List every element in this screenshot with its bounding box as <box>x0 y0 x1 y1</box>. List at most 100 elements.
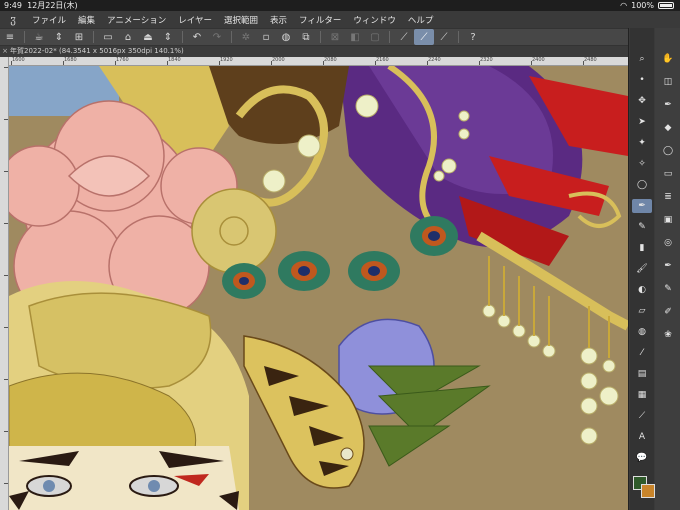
ruler-label: 1760 <box>116 57 129 63</box>
menu-selection[interactable]: 選択範囲 <box>218 14 264 26</box>
brush-icon[interactable]: 🖌 <box>632 262 652 276</box>
ruler-tick <box>4 275 8 276</box>
sub-color-swatch[interactable] <box>641 484 655 498</box>
ruler-tick <box>167 61 168 65</box>
divider <box>458 31 459 43</box>
ruler-label: 2000 <box>272 57 285 63</box>
updown2-icon[interactable]: ⇕ <box>158 29 178 45</box>
arrow-icon[interactable]: ➤ <box>632 115 652 129</box>
fill-icon[interactable]: ◍ <box>276 29 296 45</box>
loading-icon[interactable]: ✲ <box>236 29 256 45</box>
transform-icon[interactable]: ⧉ <box>296 29 316 45</box>
menu-filter[interactable]: フィルター <box>293 14 347 26</box>
document-title: 年賀2022-02* (84.3541 x 5016px 350dpi 140.… <box>10 47 184 55</box>
balloon-icon[interactable]: 💬 <box>632 451 652 465</box>
open-icon[interactable]: ⌂ <box>118 29 138 45</box>
blend-icon[interactable]: ◐ <box>632 283 652 297</box>
fill-icon[interactable]: ◍ <box>632 325 652 339</box>
ruler-tick <box>375 61 376 65</box>
new-doc-icon[interactable]: ▭ <box>98 29 118 45</box>
battery-percent: 100% <box>631 1 654 10</box>
redo-icon[interactable]: ↷ <box>207 29 227 45</box>
move-icon[interactable]: ✥ <box>632 94 652 108</box>
ruler-tick <box>323 61 324 65</box>
invert-selection-icon[interactable]: ◧ <box>345 29 365 45</box>
menu-help[interactable]: ヘルプ <box>402 14 440 26</box>
ruler-label: 2080 <box>324 57 337 63</box>
tool-palette: ⌕ • ✥ ➤ ✦ ✧ ◯ ✒ ✎ ▮ 🖌 ◐ ▱ ◍ ⁄ ▤ ▦ ⟋ A 💬 ✋ ◫ ✒ ◆ ◯ ▭ ≣ ▣ ◎ ✒ ✎ ✐ ❀ <box>628 28 680 510</box>
layers-icon[interactable]: ≣ <box>658 190 678 204</box>
lasso2-icon[interactable]: ◯ <box>658 144 678 158</box>
document-tab[interactable]: × 年賀2022-02* (84.3541 x 5016px 350dpi 140… <box>0 46 628 57</box>
menu-window[interactable]: ウィンドウ <box>347 14 402 26</box>
selection-border-icon[interactable]: ▢ <box>365 29 385 45</box>
ruler-label: 1680 <box>64 57 77 63</box>
clear-icon[interactable]: ▫ <box>256 29 276 45</box>
deselect-icon[interactable]: ⊠ <box>325 29 345 45</box>
menu-animation[interactable]: アニメーション <box>101 14 172 26</box>
save-icon[interactable]: ⏏ <box>138 29 158 45</box>
ink-icon[interactable]: ✒ <box>658 98 678 112</box>
grid-icon[interactable]: ⊞ <box>69 29 89 45</box>
decoration-icon[interactable]: ❀ <box>658 328 678 342</box>
eyedropper-icon[interactable]: ⁄ <box>632 346 652 360</box>
ruler-tick <box>271 61 272 65</box>
brush2-icon[interactable]: ✐ <box>658 305 678 319</box>
hatch-icon[interactable]: ▦ <box>632 388 652 402</box>
gradient-icon[interactable]: ▤ <box>632 367 652 381</box>
divider <box>24 31 25 43</box>
command-bar: ≡ ☕ ⇕ ⊞ ▭ ⌂ ⏏ ⇕ ↶ ↷ ✲ ▫ ◍ ⧉ ⊠ ◧ ▢ ⟋ ⟋ ⟋ … <box>0 28 628 46</box>
ruler-label: 1600 <box>12 57 25 63</box>
pen2-icon[interactable]: ✒ <box>658 259 678 273</box>
sub-tool-icon[interactable]: ◫ <box>658 75 678 89</box>
menu-icon[interactable]: ≡ <box>0 29 20 45</box>
clip-studio-logo-icon[interactable]: ჳ <box>0 13 26 26</box>
lasso-icon[interactable]: ◯ <box>632 178 652 192</box>
snap-grid-icon[interactable]: ⟋ <box>434 29 454 45</box>
status-date: 12月22日(木) <box>27 1 78 10</box>
snap-special-icon[interactable]: ⟋ <box>414 29 434 45</box>
updown-icon[interactable]: ⇕ <box>49 29 69 45</box>
hand-icon[interactable]: ✋ <box>658 52 678 66</box>
ruler-tick <box>4 327 8 328</box>
pencil-icon[interactable]: ✎ <box>632 220 652 234</box>
undo-icon[interactable]: ↶ <box>187 29 207 45</box>
navigator-icon[interactable]: ◎ <box>658 236 678 250</box>
magic-wand-icon[interactable]: ✦ <box>632 136 652 150</box>
ruler-tick <box>4 483 8 484</box>
battery-icon <box>658 2 674 9</box>
menu-layer[interactable]: レイヤー <box>172 14 218 26</box>
pen-icon[interactable]: ✒ <box>632 199 652 213</box>
snap-ruler-icon[interactable]: ⟋ <box>394 29 414 45</box>
horizontal-ruler: 1600 1680 1760 1840 1920 2000 2080 2160 2240 2320… <box>9 57 628 66</box>
ruler-tick <box>479 61 480 65</box>
shape-icon[interactable]: ◆ <box>658 121 678 135</box>
ruler-label: 2400 <box>532 57 545 63</box>
ruler-label: 1840 <box>168 57 181 63</box>
wand-icon[interactable]: ✧ <box>632 157 652 171</box>
text-icon[interactable]: A <box>632 430 652 444</box>
canvas[interactable] <box>9 66 628 510</box>
menu-bar: ჳ ファイル 編集 アニメーション レイヤー 選択範囲 表示 フィルター ウィン… <box>0 11 680 28</box>
close-icon[interactable]: × <box>0 46 10 57</box>
dot-icon[interactable]: • <box>632 73 652 87</box>
eraser-icon[interactable]: ▱ <box>632 304 652 318</box>
pencil2-icon[interactable]: ✎ <box>658 282 678 296</box>
ruler-icon[interactable]: ⟋ <box>632 409 652 423</box>
material-icon[interactable]: ▣ <box>658 213 678 227</box>
mug-icon[interactable]: ☕ <box>29 29 49 45</box>
menu-file[interactable]: ファイル <box>26 14 72 26</box>
divider <box>182 31 183 43</box>
help-icon[interactable]: ? <box>463 29 483 45</box>
marker-icon[interactable]: ▮ <box>632 241 652 255</box>
menu-view[interactable]: 表示 <box>264 14 293 26</box>
ruler-label: 2240 <box>428 57 441 63</box>
ruler-tick <box>583 61 584 65</box>
menu-edit[interactable]: 編集 <box>72 14 101 26</box>
figure-icon[interactable]: ▭ <box>658 167 678 181</box>
ruler-tick <box>11 61 12 65</box>
ruler-tick <box>219 61 220 65</box>
zoom-icon[interactable]: ⌕ <box>632 52 652 66</box>
divider <box>93 31 94 43</box>
artwork <box>9 66 628 510</box>
